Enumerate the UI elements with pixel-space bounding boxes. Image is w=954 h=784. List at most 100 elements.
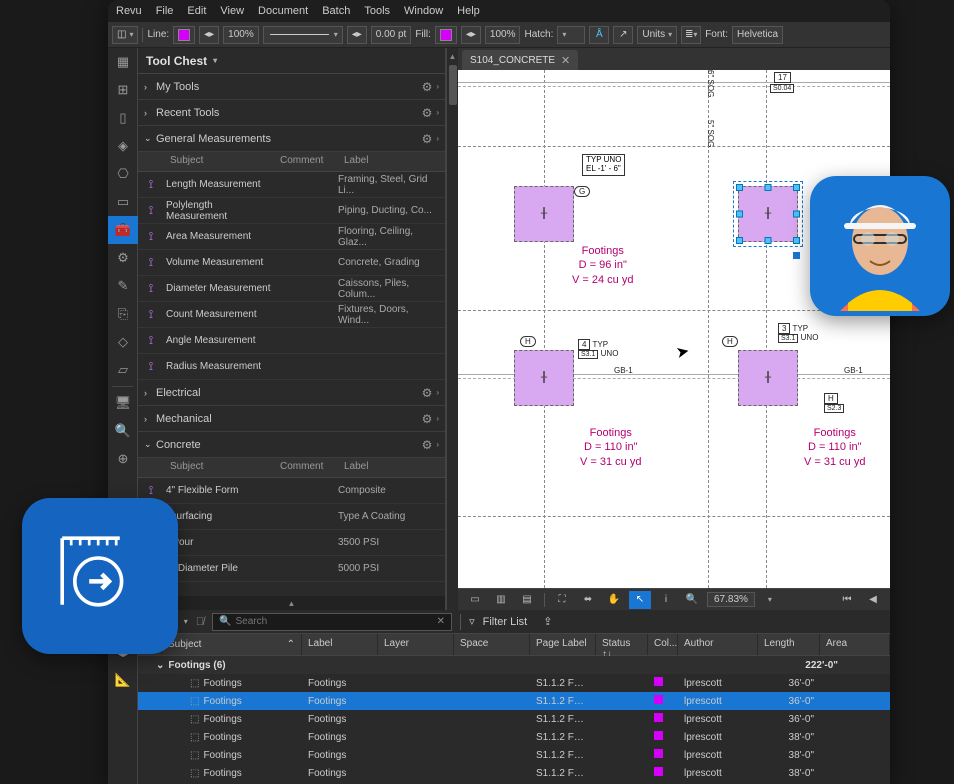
fit-width-button[interactable]: ⬌ bbox=[577, 591, 599, 609]
panel-scrollbar[interactable]: ▲ bbox=[446, 48, 458, 610]
menu-batch[interactable]: Batch bbox=[322, 5, 350, 17]
scroll-up-icon[interactable]: ▲ bbox=[449, 52, 457, 61]
gear-icon[interactable]: ⚙ bbox=[422, 438, 433, 452]
text-select-button[interactable]: Ꭵ bbox=[655, 591, 677, 609]
markup-row[interactable]: ⬚FootingsFootingsS1.1.2 FOUN...lprescott… bbox=[138, 710, 890, 728]
markup-row[interactable]: ⬚FootingsFootingsS1.1.2 FOUN...lprescott… bbox=[138, 764, 890, 782]
toolchest-icon[interactable]: 🧰 bbox=[108, 216, 138, 244]
line-width-value[interactable]: 0.00 pt bbox=[371, 26, 412, 44]
split-h-button[interactable]: ▥ bbox=[490, 591, 512, 609]
col-length[interactable]: Length bbox=[758, 634, 820, 655]
panel-dropdown-icon[interactable]: ▾ bbox=[213, 56, 217, 65]
drawing-canvas[interactable]: 5" SOG 6" SOG TYP UNOEL -1' - 6" G 17 S0… bbox=[458, 70, 890, 588]
gear-icon[interactable]: ⚙ bbox=[422, 80, 433, 94]
line-opacity-stepper[interactable]: ◂▸ bbox=[199, 26, 219, 44]
line-color-picker[interactable] bbox=[173, 26, 195, 44]
markup-group-row[interactable]: ⌄Footings (6)222'-0" bbox=[138, 656, 890, 674]
rotate-handle[interactable] bbox=[793, 252, 800, 259]
tool-row[interactable]: ⟟Radius Measurement bbox=[138, 354, 445, 380]
scroll-thumb[interactable] bbox=[449, 65, 457, 105]
markups-dropdown-icon[interactable]: ▾ bbox=[184, 617, 188, 626]
menu-edit[interactable]: Edit bbox=[187, 5, 206, 17]
tool-row[interactable]: ⟟4" Flexible FormComposite bbox=[138, 478, 445, 504]
bookmarks-icon[interactable]: ▯ bbox=[108, 104, 138, 132]
layers-icon[interactable]: ◈ bbox=[108, 132, 138, 160]
font-dropdown[interactable]: Helvetica bbox=[732, 26, 783, 44]
col-subject[interactable]: Subject⌃ bbox=[162, 634, 302, 655]
hide-markups-icon[interactable]: 👁̸ bbox=[196, 616, 204, 628]
view-mode-dropdown[interactable]: ◫▾ bbox=[112, 26, 138, 44]
folder-my-tools[interactable]: ›My Tools⚙› bbox=[138, 74, 445, 100]
file-access-icon[interactable]: 🖥 bbox=[108, 389, 138, 417]
search-input[interactable] bbox=[236, 616, 433, 627]
measure-direction-button[interactable]: ↗ bbox=[613, 26, 633, 44]
links-icon[interactable]: ⎘ bbox=[108, 300, 138, 328]
tool-row[interactable]: ⟟Count MeasurementFixtures, Doors, Wind.… bbox=[138, 302, 445, 328]
clear-search-icon[interactable]: ✕ bbox=[437, 616, 445, 627]
folder-concrete[interactable]: ⌄Concrete⚙› bbox=[138, 432, 445, 458]
tool-row[interactable]: ⟟Polylength MeasurementPiping, Ducting, … bbox=[138, 198, 445, 224]
select-button[interactable]: ↖ bbox=[629, 591, 651, 609]
menu-tools[interactable]: Tools bbox=[364, 5, 390, 17]
col-layer[interactable]: Layer bbox=[378, 634, 454, 655]
footing-markup-selected[interactable]: ╂ bbox=[738, 186, 798, 242]
menu-file[interactable]: File bbox=[156, 5, 174, 17]
pan-button[interactable]: ✋ bbox=[603, 591, 625, 609]
first-page-button[interactable]: ⏮ bbox=[836, 591, 858, 609]
folder-recent-tools[interactable]: ›Recent Tools⚙› bbox=[138, 100, 445, 126]
tool-row[interactable]: ⟟Angle Measurement bbox=[138, 328, 445, 354]
footing-markup[interactable]: ╂ bbox=[514, 350, 574, 406]
footing-markup[interactable]: ╂ bbox=[738, 350, 798, 406]
menu-revu[interactable]: Revu bbox=[116, 5, 142, 17]
gear-icon[interactable]: ⚙ bbox=[422, 386, 433, 400]
col-label[interactable]: Label bbox=[302, 634, 378, 655]
fill-opacity-value[interactable]: 100% bbox=[485, 26, 521, 44]
line-opacity-value[interactable]: 100% bbox=[223, 26, 259, 44]
folder-electrical[interactable]: ›Electrical⚙› bbox=[138, 380, 445, 406]
gear-icon[interactable]: ⚙ bbox=[422, 412, 433, 426]
zoom-dropdown[interactable]: ▾ bbox=[759, 591, 781, 609]
line-width-stepper[interactable]: ◂▸ bbox=[347, 26, 367, 44]
fill-opacity-stepper[interactable]: ◂▸ bbox=[461, 26, 481, 44]
export-icon[interactable]: ⇪ bbox=[543, 615, 552, 628]
signatures-icon[interactable]: ✎ bbox=[108, 272, 138, 300]
add-panel-icon[interactable]: ⊕ bbox=[108, 445, 138, 473]
prev-page-button[interactable]: ◀ bbox=[862, 591, 884, 609]
line-style-dropdown[interactable]: ▾ bbox=[263, 26, 343, 44]
menu-view[interactable]: View bbox=[220, 5, 244, 17]
tool-row[interactable]: ⟟" Pour3500 PSI bbox=[138, 530, 445, 556]
tool-row[interactable]: ⟟Length MeasurementFraming, Steel, Grid … bbox=[138, 172, 445, 198]
tool-row[interactable]: ⟟Volume MeasurementConcrete, Grading bbox=[138, 250, 445, 276]
measurements-icon[interactable]: 📐 bbox=[108, 666, 138, 694]
tool-row[interactable]: ⟟Area MeasurementFlooring, Ceiling, Glaz… bbox=[138, 224, 445, 250]
thumbnails-icon[interactable]: ▦ bbox=[108, 48, 138, 76]
document-tab[interactable]: S104_CONCRETE✕ bbox=[462, 50, 578, 70]
menu-document[interactable]: Document bbox=[258, 5, 308, 17]
menu-help[interactable]: Help bbox=[457, 5, 480, 17]
places-icon[interactable]: ⎔ bbox=[108, 160, 138, 188]
apps-icon[interactable]: ⊞ bbox=[108, 76, 138, 104]
markup-row[interactable]: ⬚FootingsFootingsS1.1.2 FOUN...lprescott… bbox=[138, 674, 890, 692]
col-author[interactable]: Author bbox=[678, 634, 758, 655]
properties-icon[interactable]: ⚙ bbox=[108, 244, 138, 272]
tool-row[interactable]: ⟟8" Diameter Pile5000 PSI bbox=[138, 556, 445, 582]
fit-page-button[interactable]: ⛶ bbox=[551, 591, 573, 609]
folder-mechanical[interactable]: ›Mechanical⚙› bbox=[138, 406, 445, 432]
zoom-value[interactable]: 67.83% bbox=[707, 592, 755, 607]
filter-icon[interactable]: ▿ bbox=[469, 615, 475, 628]
col-status[interactable]: Status ↑↓ bbox=[596, 634, 648, 655]
split-v-button[interactable]: ▤ bbox=[516, 591, 538, 609]
zoom-button[interactable]: 🔍 bbox=[681, 591, 703, 609]
hatch-dropdown[interactable]: ▾ bbox=[557, 26, 585, 44]
folder-general-measurements[interactable]: ⌄General Measurements⚙› bbox=[138, 126, 445, 152]
studio-icon[interactable]: ◇ bbox=[108, 328, 138, 356]
split-none-button[interactable]: ▭ bbox=[464, 591, 486, 609]
panel-collapse-handle[interactable]: ▲ bbox=[138, 596, 445, 610]
text-align-button[interactable]: ≣▾ bbox=[681, 26, 701, 44]
autosize-text-button[interactable]: Å bbox=[589, 26, 609, 44]
units-dropdown[interactable]: Units▾ bbox=[637, 26, 677, 44]
close-tab-icon[interactable]: ✕ bbox=[561, 54, 570, 67]
footing-markup[interactable]: ╂ bbox=[514, 186, 574, 242]
col-area[interactable]: Area bbox=[820, 634, 890, 655]
tool-row[interactable]: ⟟esurfacingType A Coating bbox=[138, 504, 445, 530]
